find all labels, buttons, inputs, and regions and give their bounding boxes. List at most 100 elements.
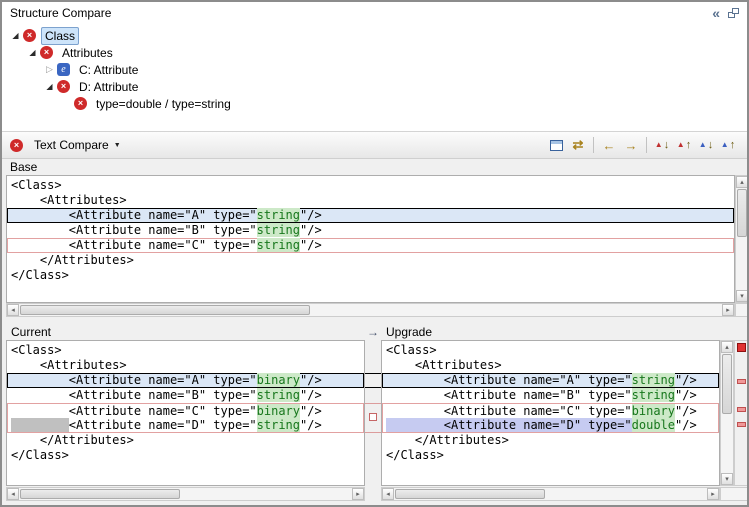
overview-marker-selected[interactable] [737, 343, 746, 352]
code-line[interactable]: <Attribute name="A" type="string"/> [382, 373, 719, 388]
code-segment: "/> [675, 404, 697, 418]
scroll-right-icon[interactable]: ▸ [722, 304, 734, 316]
code-line[interactable]: <Class> [7, 343, 364, 358]
text-compare-header: × Text Compare ▼ ⇄←→▲↓▲↑▲↓▲↑ [2, 132, 747, 159]
code-line[interactable]: <Attributes> [7, 358, 364, 373]
viewer-menu-dropdown-icon[interactable]: ▼ [114, 142, 121, 149]
collapse-panel-icon[interactable]: « [712, 6, 720, 20]
code-line[interactable]: </Class> [7, 448, 364, 463]
code-line[interactable]: </Class> [7, 268, 734, 283]
scrollbar-thumb[interactable] [20, 305, 310, 315]
restore-panel-icon[interactable] [728, 8, 739, 18]
current-code-pane[interactable]: <Class> <Attributes> <Attribute name="A"… [6, 340, 365, 486]
code-segment: <Attribute name="A" type=" [11, 208, 257, 222]
structure-compare-header: Structure Compare « [2, 2, 747, 24]
overview-ruler[interactable] [734, 340, 749, 486]
base-code-pane[interactable]: <Class> <Attributes> <Attribute name="A"… [6, 175, 735, 303]
expander-icon[interactable]: ◢ [25, 48, 40, 57]
scroll-right-icon[interactable]: ▸ [352, 488, 364, 500]
scroll-down-icon[interactable]: ▾ [736, 290, 748, 302]
code-line[interactable]: <Class> [7, 178, 734, 193]
scroll-left-icon[interactable]: ◂ [7, 488, 19, 500]
copy-all-right-to-left-button[interactable]: ← [598, 135, 620, 155]
code-line[interactable]: <Attribute name="C" type="binary"/> [7, 403, 364, 418]
arrow-glyph: ↑ [686, 140, 692, 151]
tree-item[interactable]: ▷eC: Attribute [2, 61, 747, 78]
code-line[interactable]: <Attribute name="C" type="string"/> [7, 238, 734, 253]
code-segment: "/> [675, 418, 697, 432]
previous-difference-button[interactable]: ▲↑ [673, 135, 695, 155]
code-line[interactable]: <Attributes> [7, 193, 734, 208]
code-line[interactable]: <Attribute name="D" type="double"/> [382, 418, 719, 433]
code-line[interactable]: </Class> [382, 448, 719, 463]
code-segment: "/> [300, 238, 322, 252]
code-line[interactable]: </Attributes> [7, 433, 364, 448]
selected-diff-connector-top [365, 373, 381, 374]
next-change-button[interactable]: ▲↓ [695, 135, 717, 155]
scroll-right-icon[interactable]: ▸ [707, 488, 719, 500]
scrollbar-thumb[interactable] [722, 354, 732, 414]
next-difference-button[interactable]: ▲↓ [651, 135, 673, 155]
upgrade-horizontal-scrollbar[interactable]: ◂ ▸ [381, 487, 720, 501]
current-horizontal-scrollbar[interactable]: ◂ ▸ [6, 487, 365, 501]
restore-icon-front [732, 8, 739, 14]
code-segment: <Attribute name="B" type=" [386, 388, 632, 402]
expander-icon[interactable]: ◢ [8, 31, 23, 40]
merge-direction-icon[interactable]: → [367, 325, 379, 339]
upgrade-vertical-scrollbar[interactable]: ▴ ▾ [720, 340, 734, 486]
scroll-left-icon[interactable]: ◂ [7, 304, 19, 316]
scroll-up-icon[interactable]: ▴ [736, 176, 748, 188]
scroll-down-icon[interactable]: ▾ [721, 473, 733, 485]
base-pane-label: Base [10, 159, 37, 175]
base-vertical-scrollbar[interactable]: ▴ ▾ [735, 175, 749, 303]
conflict-handle[interactable] [369, 413, 377, 421]
code-segment: "/> [300, 223, 322, 237]
code-segment: </Attributes> [386, 433, 509, 447]
code-line[interactable]: <Attribute name="B" type="string"/> [382, 388, 719, 403]
code-line[interactable]: <Attribute name="D" type="string"/> [7, 418, 364, 433]
code-segment: <Attribute name="D" type=" [69, 418, 257, 432]
code-segment: "/> [300, 373, 322, 387]
code-segment: </Class> [11, 268, 69, 282]
scrollbar-thumb[interactable] [20, 489, 180, 499]
code-line[interactable]: <Attribute name="B" type="string"/> [7, 388, 364, 403]
overview-marker[interactable] [737, 407, 746, 412]
tree-item-label: Attributes [58, 44, 117, 62]
base-horizontal-scrollbar[interactable]: ◂ ▸ [6, 303, 735, 317]
code-line[interactable]: </Attributes> [7, 253, 734, 268]
center-header: → [365, 323, 381, 340]
scroll-up-icon[interactable]: ▴ [721, 341, 733, 353]
code-segment: </Class> [11, 448, 69, 462]
switch-view-button[interactable] [545, 135, 567, 155]
code-line[interactable]: <Attribute name="A" type="string"/> [7, 208, 734, 223]
compare-toolbar: ⇄←→▲↓▲↑▲↓▲↑ [545, 135, 739, 155]
scroll-left-icon[interactable]: ◂ [382, 488, 394, 500]
scrollbar-thumb[interactable] [395, 489, 545, 499]
code-line[interactable]: <Attributes> [382, 358, 719, 373]
code-segment: <Attributes> [11, 358, 127, 372]
element-icon: e [57, 63, 70, 76]
overview-marker[interactable] [737, 379, 746, 384]
code-line[interactable]: <Attribute name="C" type="binary"/> [382, 403, 719, 418]
scrollbar-corner [735, 303, 749, 317]
code-line[interactable]: <Class> [382, 343, 719, 358]
compare-pane-icon [550, 140, 563, 151]
copy-all-left-to-right-button[interactable]: → [620, 135, 642, 155]
swap-panes-button[interactable]: ⇄ [567, 135, 589, 155]
upgrade-code-pane[interactable]: <Class> <Attributes> <Attribute name="A"… [381, 340, 720, 486]
expander-icon[interactable]: ▷ [42, 64, 57, 75]
code-line[interactable]: <Attribute name="A" type="binary"/> [7, 373, 364, 388]
structure-compare-title: Structure Compare [10, 6, 111, 20]
code-line[interactable]: </Attributes> [382, 433, 719, 448]
tree-item[interactable]: ◢×Attributes [2, 44, 747, 61]
structure-tree: ◢×Class◢×Attributes▷eC: Attribute◢×D: At… [2, 24, 747, 112]
tree-item[interactable]: ×type=double / type=string [2, 95, 747, 112]
expander-icon[interactable]: ◢ [42, 82, 57, 91]
scrollbar-thumb[interactable] [737, 189, 747, 237]
overview-marker[interactable] [737, 422, 746, 427]
change-icon: × [23, 29, 36, 42]
tree-item[interactable]: ◢×D: Attribute [2, 78, 747, 95]
code-line[interactable]: <Attribute name="B" type="string"/> [7, 223, 734, 238]
previous-change-button[interactable]: ▲↑ [717, 135, 739, 155]
tree-item[interactable]: ◢×Class [2, 27, 747, 44]
